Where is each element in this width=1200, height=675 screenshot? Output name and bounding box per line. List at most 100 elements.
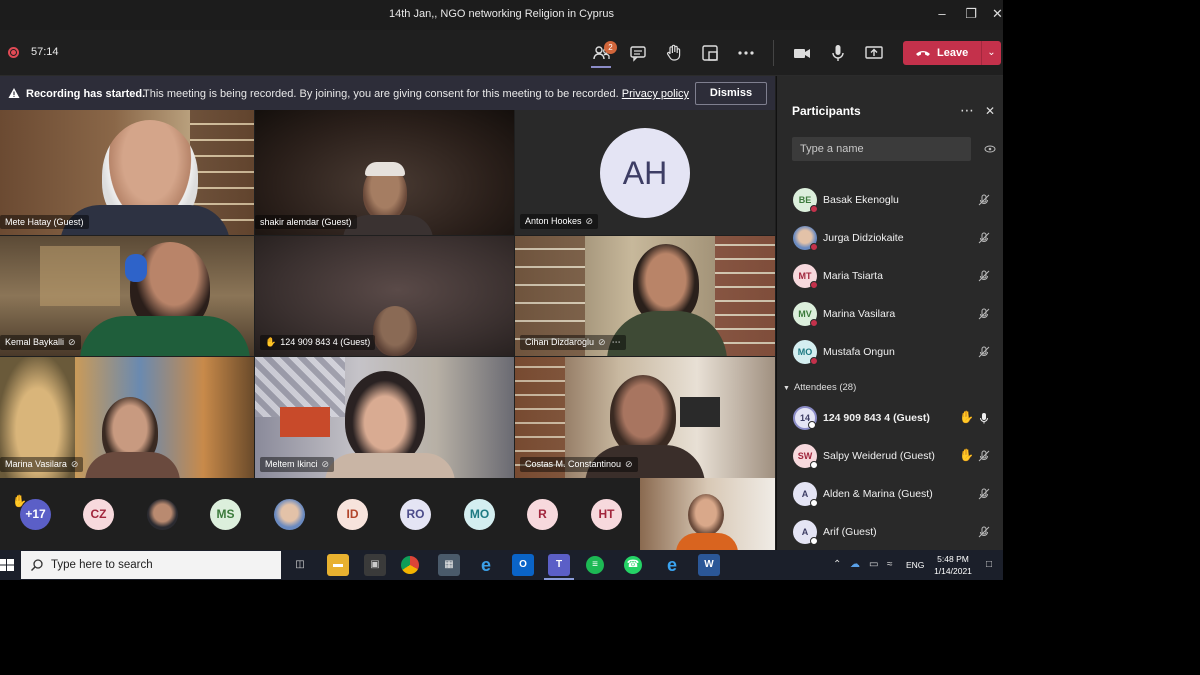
mic-muted-icon: ⊘ [598, 337, 606, 347]
screen: 14th Jan,, NGO networking Religion in Cy… [0, 0, 1003, 580]
avatar[interactable]: MO [464, 499, 495, 530]
participant-name-label: Costas M. Constantinou ⊘ [520, 457, 638, 472]
notifications-icon[interactable]: □ [986, 559, 992, 570]
avatar[interactable]: MS [210, 499, 241, 530]
restore-icon[interactable]: ❐ [963, 6, 979, 22]
breakout-rooms-icon[interactable] [699, 42, 721, 64]
video-tile[interactable]: shakir alemdar (Guest) [255, 110, 514, 235]
participant-name: Arif (Guest) [823, 526, 877, 538]
whatsapp-icon[interactable]: ☎ [624, 556, 642, 574]
internet-explorer-icon[interactable]: e [475, 554, 497, 576]
video-tile[interactable]: Costas M. Constantinou ⊘ [515, 357, 775, 478]
privacy-policy-link[interactable]: Privacy policy [622, 88, 689, 100]
input-language[interactable]: ENG [906, 560, 924, 570]
overflow-participants-button[interactable]: +17 [20, 499, 51, 530]
avatar[interactable]: ID [337, 499, 368, 530]
battery-icon[interactable]: ▭ [869, 559, 878, 570]
participant-row[interactable]: Jurga Didziokaite [777, 220, 1003, 256]
video-tile[interactable]: Mete Hatay (Guest) [0, 110, 254, 235]
camera-icon[interactable] [791, 42, 813, 64]
participant-name: 124 909 843 4 (Guest) [280, 337, 371, 347]
video-tile[interactable]: Kemal Baykalli ⊘ [0, 236, 254, 356]
file-explorer-icon[interactable]: ▬ [327, 554, 349, 576]
participant-name: Alden & Marina (Guest) [823, 488, 933, 500]
microphone-icon [980, 413, 988, 424]
attendees-section-header[interactable]: ▼ Attendees (28) [783, 382, 856, 393]
avatar-photo[interactable] [274, 499, 305, 530]
avatar[interactable]: CZ [83, 499, 114, 530]
raised-hand-icon: ✋ [959, 448, 974, 462]
avatar[interactable]: RO [400, 499, 431, 530]
leave-button[interactable]: Leave [903, 41, 984, 65]
task-view-icon[interactable]: ◫ [289, 554, 311, 576]
avatar: SW [793, 444, 818, 469]
raised-hand-icon: ✋ [265, 337, 277, 347]
show-hidden-icons-chevron-icon[interactable]: ⌃ [833, 559, 841, 570]
video-tile[interactable]: Marina Vasilara ⊘ [0, 357, 254, 478]
video-tile[interactable]: Cihan Dizdaroglu ⊘ ⋯ [515, 236, 775, 356]
outlook-icon[interactable]: O [512, 554, 534, 576]
panel-title: Participants [792, 104, 861, 118]
mic-muted-icon [978, 526, 990, 538]
video-tile[interactable]: AH Anton Hookes ⊘ [515, 110, 775, 235]
raise-hand-icon[interactable] [663, 42, 685, 64]
teams-icon[interactable]: T [548, 554, 570, 576]
warning-icon [8, 88, 20, 98]
taskbar-search-box[interactable]: Type here to search [21, 551, 281, 579]
participant-row[interactable]: A Arif (Guest) [777, 514, 1003, 550]
word-icon[interactable]: W [698, 554, 720, 576]
leave-options-chevron-icon[interactable]: ⌄ [981, 41, 1001, 65]
participant-row[interactable]: BE Basak Ekenoglu [777, 182, 1003, 218]
avatar-photo[interactable] [147, 499, 178, 530]
window-title: 14th Jan,, NGO networking Religion in Cy… [389, 8, 614, 20]
participant-row[interactable]: MO Mustafa Ongun [777, 334, 1003, 370]
participant-name: Basak Ekenoglu [823, 194, 899, 206]
taskbar-search-placeholder: Type here to search [51, 559, 153, 571]
toolbar-separator [773, 40, 774, 66]
participant-row[interactable]: MV Marina Vasilara [777, 296, 1003, 332]
participant-name: shakir alemdar (Guest) [260, 217, 352, 227]
spotify-icon[interactable]: ≡ [586, 556, 604, 574]
avatar: A [793, 520, 818, 545]
windows-start-icon[interactable] [0, 558, 14, 572]
taskbar-clock[interactable]: 5:48 PM 1/14/2021 [928, 553, 978, 577]
tile-more-icon[interactable]: ⋯ [612, 337, 621, 347]
participant-name-label: Anton Hookes ⊘ [520, 214, 599, 229]
share-screen-icon[interactable] [863, 42, 885, 64]
more-actions-icon[interactable] [735, 42, 757, 64]
participant-row[interactable]: 14 124 909 843 4 (Guest) ✋ [777, 400, 1003, 436]
participant-search-input[interactable] [792, 137, 971, 161]
windows-taskbar: Type here to search ◫ ▬ ▣ ▦ e O T ≡ ☎ e … [0, 550, 1003, 580]
mic-muted-icon: ⊘ [70, 459, 79, 469]
dismiss-button[interactable]: Dismiss [695, 82, 767, 105]
participant-row[interactable]: SW Salpy Weiderud (Guest) ✋ [777, 438, 1003, 474]
chrome-icon[interactable] [401, 556, 419, 574]
self-video-preview[interactable] [640, 478, 775, 550]
onedrive-icon[interactable]: ☁ [850, 559, 860, 570]
panel-more-icon[interactable]: ⋯ [960, 102, 975, 119]
minimize-icon[interactable]: – [934, 6, 950, 22]
clock-date: 1/14/2021 [934, 566, 972, 576]
participant-name-label: Cihan Dizdaroglu ⊘ ⋯ [520, 335, 626, 350]
calculator-icon[interactable]: ▦ [438, 554, 460, 576]
avatar: 14 [793, 406, 817, 430]
video-tile[interactable]: Meltem Ikinci ⊘ [255, 357, 514, 478]
wifi-icon[interactable]: ≈ [887, 559, 893, 570]
participant-strip: ✋ +17 CZ MS ID RO MO R HT [0, 478, 775, 550]
close-panel-icon[interactable]: ✕ [985, 104, 995, 118]
participant-row[interactable]: A Alden & Marina (Guest) [777, 476, 1003, 512]
avatar[interactable]: HT [591, 499, 622, 530]
close-window-icon[interactable]: ✕ [992, 6, 1003, 22]
avatar[interactable]: R [527, 499, 558, 530]
participant-name-label: Marina Vasilara ⊘ [0, 457, 84, 472]
share-invite-icon[interactable] [984, 143, 996, 155]
store-icon[interactable]: ▣ [364, 554, 386, 576]
participant-row[interactable]: MT Maria Tsiarta [777, 258, 1003, 294]
mic-muted-icon: ⊘ [68, 337, 76, 347]
edge-icon[interactable]: e [661, 554, 683, 576]
leave-label: Leave [937, 47, 969, 59]
chat-icon[interactable] [627, 42, 649, 64]
microphone-icon[interactable] [827, 42, 849, 64]
participant-name: Salpy Weiderud (Guest) [823, 450, 935, 462]
video-tile[interactable]: ✋ 124 909 843 4 (Guest) [255, 236, 514, 356]
